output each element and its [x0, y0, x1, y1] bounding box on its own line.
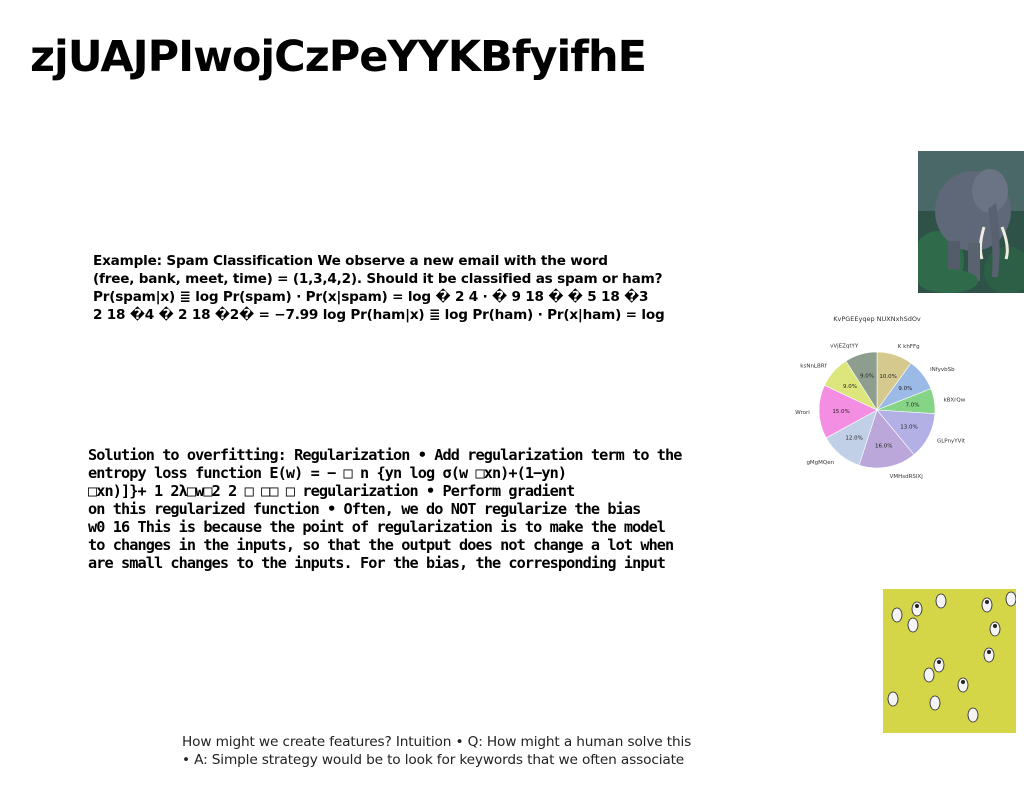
features-text: How might we create features? Intuition … — [182, 733, 742, 769]
text-line: □xn)]}+ 1 2λ□w□2 2 □ □□ □ regularization… — [88, 482, 575, 500]
text-line: to changes in the inputs, so that the ou… — [88, 536, 674, 554]
pie-percent-label: 9.0% — [843, 384, 857, 390]
pie-percent-label: 15.0% — [832, 409, 849, 415]
text-line: entropy loss function E(w) = − □ n {yn l… — [88, 464, 567, 482]
regularization-text: Solution to overfitting: Regularization … — [88, 446, 728, 572]
pie-category-label: VMHsdRSlXj — [890, 474, 924, 480]
slide-title: zjUAJPIwojCzPeYYKBfyifhE — [30, 32, 647, 82]
text-line: Example: Spam Classification We observe … — [93, 253, 608, 269]
text-line: 2 18 �4 � 2 18 �2� = −7.99 log Pr(ham|x)… — [93, 307, 665, 323]
spam-example-text: Example: Spam Classification We observe … — [93, 252, 713, 324]
text-line: How might we create features? Intuition … — [182, 734, 692, 750]
pie-percent-label: 7.0% — [906, 402, 920, 408]
text-line: (free, bank, meet, time) = (1,3,4,2). Sh… — [93, 271, 663, 287]
text-line: Solution to overfitting: Regularization … — [88, 446, 682, 464]
pie-percent-label: 16.0% — [875, 443, 892, 449]
pie-category-label: ksNnLBRf — [800, 364, 827, 370]
pie-percent-label: 10.0% — [879, 374, 896, 380]
pie-category-label: vVjEZqtYY — [830, 343, 859, 349]
text-line: • A: Simple strategy would be to look fo… — [182, 752, 685, 768]
pie-category-label: GLPnyYVlt — [937, 439, 965, 445]
pie-percent-label: 12.0% — [845, 436, 862, 442]
pie-extra-label: KvPGEEyqep NUXNxhSdOv — [833, 315, 921, 323]
pie-category-label: K khFFg — [898, 344, 920, 350]
text-line: are small changes to the inputs. For the… — [88, 554, 666, 572]
pie-category-label: uWrori — [795, 410, 810, 416]
pie-percent-label: 9.0% — [860, 373, 874, 379]
pie-percent-label: 13.0% — [900, 424, 917, 430]
text-line: w0 16 This is because the point of regul… — [88, 518, 666, 536]
pie-chart: KvPGEEyqep NUXNxhSdOv 10.0% K khFFg 9.0% iN… — [795, 315, 965, 480]
text-line: on this regularized function • Often, we… — [88, 500, 641, 518]
white-figures-photo — [883, 589, 1016, 733]
pie-category-label: gMgMQen — [806, 460, 834, 466]
text-line: Pr(spam|x) ≣ log Pr(spam) ⋅ Pr(x|spam) =… — [93, 289, 649, 305]
pie-category-label: kBXrQwxl — [943, 397, 965, 403]
pie-percent-label: 9.0% — [898, 386, 912, 392]
pie-category-label: iNfyvbSb — [930, 367, 955, 373]
elephant-photo — [918, 151, 1024, 293]
